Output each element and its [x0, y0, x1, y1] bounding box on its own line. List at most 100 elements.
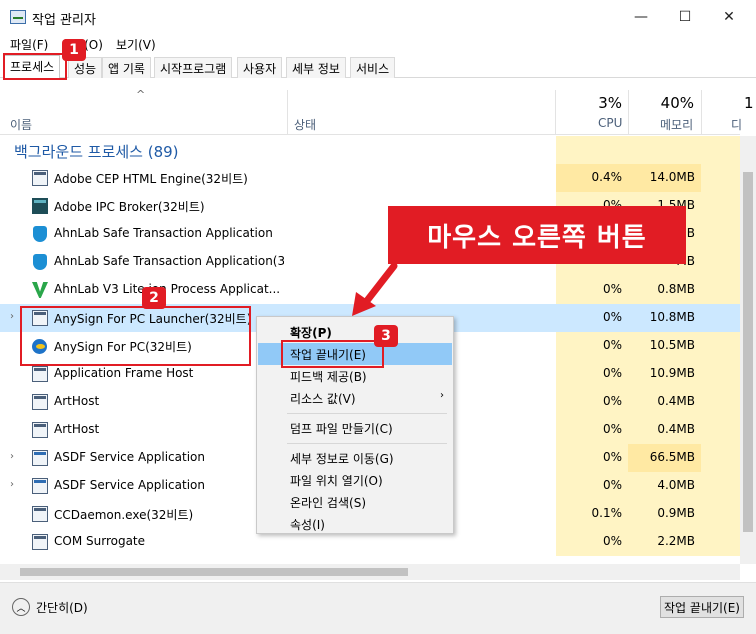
memory-cell: 14.0MB	[628, 164, 701, 192]
process-name: AhnLab Safe Transaction Application	[54, 226, 273, 240]
column-memory[interactable]: 메모리	[660, 116, 693, 133]
step-badge-1: 1	[62, 39, 86, 61]
cpu-total: 3%	[598, 94, 622, 112]
submenu-arrow-icon: ›	[440, 390, 444, 401]
cpu-cell: 0%	[556, 276, 628, 304]
disk-cell	[701, 276, 740, 304]
ipc-broker-icon	[32, 198, 48, 214]
highlight-processes-tab	[3, 53, 67, 80]
column-divider[interactable]	[555, 90, 556, 135]
service-icon	[32, 450, 48, 466]
highlight-anysign-rows	[20, 306, 251, 366]
disk-cell	[701, 164, 740, 192]
tab-services[interactable]: 서비스	[350, 57, 396, 78]
memory-cell: 0.8MB	[628, 276, 701, 304]
horizontal-scroll-thumb[interactable]	[20, 568, 408, 576]
process-name: Adobe IPC Broker(32비트)	[54, 200, 205, 214]
cpu-cell: 0.4%	[556, 164, 628, 192]
disk-cell	[701, 500, 740, 528]
column-divider[interactable]	[628, 90, 629, 135]
cpu-cell: 0%	[556, 388, 628, 416]
disk-cell	[701, 332, 740, 360]
cpu-cell: 0%	[556, 472, 628, 500]
cpu-cell: 0.1%	[556, 500, 628, 528]
memory-total: 40%	[660, 94, 694, 112]
app-window-icon	[32, 534, 48, 550]
table-row[interactable]: Adobe CEP HTML Engine(32비트) 0.4% 14.0MB	[0, 164, 740, 192]
tab-bar: 프로세스 성능 앱 기록 시작프로그램 사용자 세부 정보 서비스	[0, 55, 756, 79]
column-divider[interactable]	[287, 90, 288, 135]
cpu-cell: 0%	[556, 360, 628, 388]
menu-bar: 파일(F) 옵션(O) 보기(V)	[0, 34, 756, 54]
process-name: ASDF Service Application	[54, 450, 205, 464]
ctx-resource-values[interactable]: 리소스 값(V) ›	[258, 387, 452, 409]
ctx-search-online[interactable]: 온라인 검색(S)	[258, 491, 452, 513]
fewer-details-button[interactable]: ︿ 간단히(D)	[12, 598, 88, 616]
column-divider[interactable]	[701, 90, 702, 135]
disk-cell	[701, 416, 740, 444]
menu-view[interactable]: 보기(V)	[116, 36, 156, 53]
maximize-button[interactable]: ☐	[662, 0, 708, 34]
ctx-create-dump[interactable]: 덤프 파일 만들기(C)	[258, 417, 452, 439]
expand-chevron-icon[interactable]: ›	[10, 451, 14, 462]
menu-divider	[287, 443, 447, 444]
process-name: Application Frame Host	[54, 366, 194, 380]
callout-banner: 마우스 오른쪽 버튼	[388, 206, 686, 264]
disk-cell	[701, 444, 740, 472]
column-name[interactable]: 이름	[10, 116, 32, 133]
shield-icon	[32, 254, 48, 270]
minimize-button[interactable]: —	[618, 0, 664, 34]
app-window-icon	[32, 366, 48, 382]
memory-cell: 0.4MB	[628, 416, 701, 444]
cpu-cell: 0%	[556, 416, 628, 444]
tab-startup[interactable]: 시작프로그램	[154, 57, 233, 78]
cpu-cell: 0%	[556, 444, 628, 472]
vertical-scroll-thumb[interactable]	[743, 172, 753, 532]
ctx-go-to-details[interactable]: 세부 정보로 이동(G)	[258, 447, 452, 469]
app-window-icon	[32, 170, 48, 186]
disk-cell	[701, 136, 740, 164]
end-task-button[interactable]: 작업 끝내기(E)	[660, 596, 744, 618]
column-cpu[interactable]: CPU	[598, 116, 622, 130]
disk-cell	[701, 360, 740, 388]
ctx-properties[interactable]: 속성(I)	[258, 513, 452, 535]
process-name: CCDaemon.exe(32비트)	[54, 508, 194, 522]
title-bar: 작업 관리자 — ☐ ✕	[0, 0, 756, 34]
disk-cell	[701, 192, 740, 220]
arrow-icon	[352, 262, 398, 316]
footer: ︿ 간단히(D) 작업 끝내기(E)	[0, 582, 756, 634]
step-badge-2: 2	[142, 287, 166, 309]
memory-cell: 0.4MB	[628, 388, 701, 416]
disk-cell	[701, 528, 740, 556]
process-name: ArtHost	[54, 394, 100, 408]
task-manager-icon	[10, 10, 26, 24]
tab-app-history[interactable]: 앱 기록	[102, 57, 151, 78]
disk-cell	[701, 472, 740, 500]
tab-details[interactable]: 세부 정보	[286, 57, 346, 78]
memory-cell: 66.5MB	[628, 444, 701, 472]
memory-cell: 10.8MB	[628, 304, 701, 332]
fewer-details-label: 간단히(D)	[36, 600, 88, 615]
disk-cell	[701, 220, 740, 248]
cpu-cell: 0%	[556, 304, 628, 332]
cpu-cell: 0%	[556, 528, 628, 556]
tab-users[interactable]: 사용자	[237, 57, 283, 78]
expand-chevron-icon[interactable]: ›	[10, 479, 14, 490]
menu-file[interactable]: 파일(F)	[10, 36, 48, 53]
expand-chevron-icon[interactable]: ›	[10, 311, 14, 322]
close-button[interactable]: ✕	[706, 0, 752, 34]
ctx-feedback[interactable]: 피드백 제공(B)	[258, 365, 452, 387]
disk-cell	[701, 248, 740, 276]
sort-ascending-icon: ^	[136, 88, 146, 101]
highlight-end-task-item	[281, 340, 384, 368]
ctx-open-file-location[interactable]: 파일 위치 열기(O)	[258, 469, 452, 491]
menu-divider	[287, 413, 447, 414]
shield-icon	[32, 226, 48, 242]
column-status[interactable]: 상태	[294, 116, 316, 133]
process-name: ArtHost	[54, 422, 100, 436]
v3-icon	[32, 282, 48, 298]
process-name: AhnLab Safe Transaction Application(32..…	[54, 254, 284, 268]
cpu-cell: 0%	[556, 332, 628, 360]
service-icon	[32, 478, 48, 494]
group-header-background[interactable]: 백그라운드 프로세스 (89)	[0, 136, 740, 164]
